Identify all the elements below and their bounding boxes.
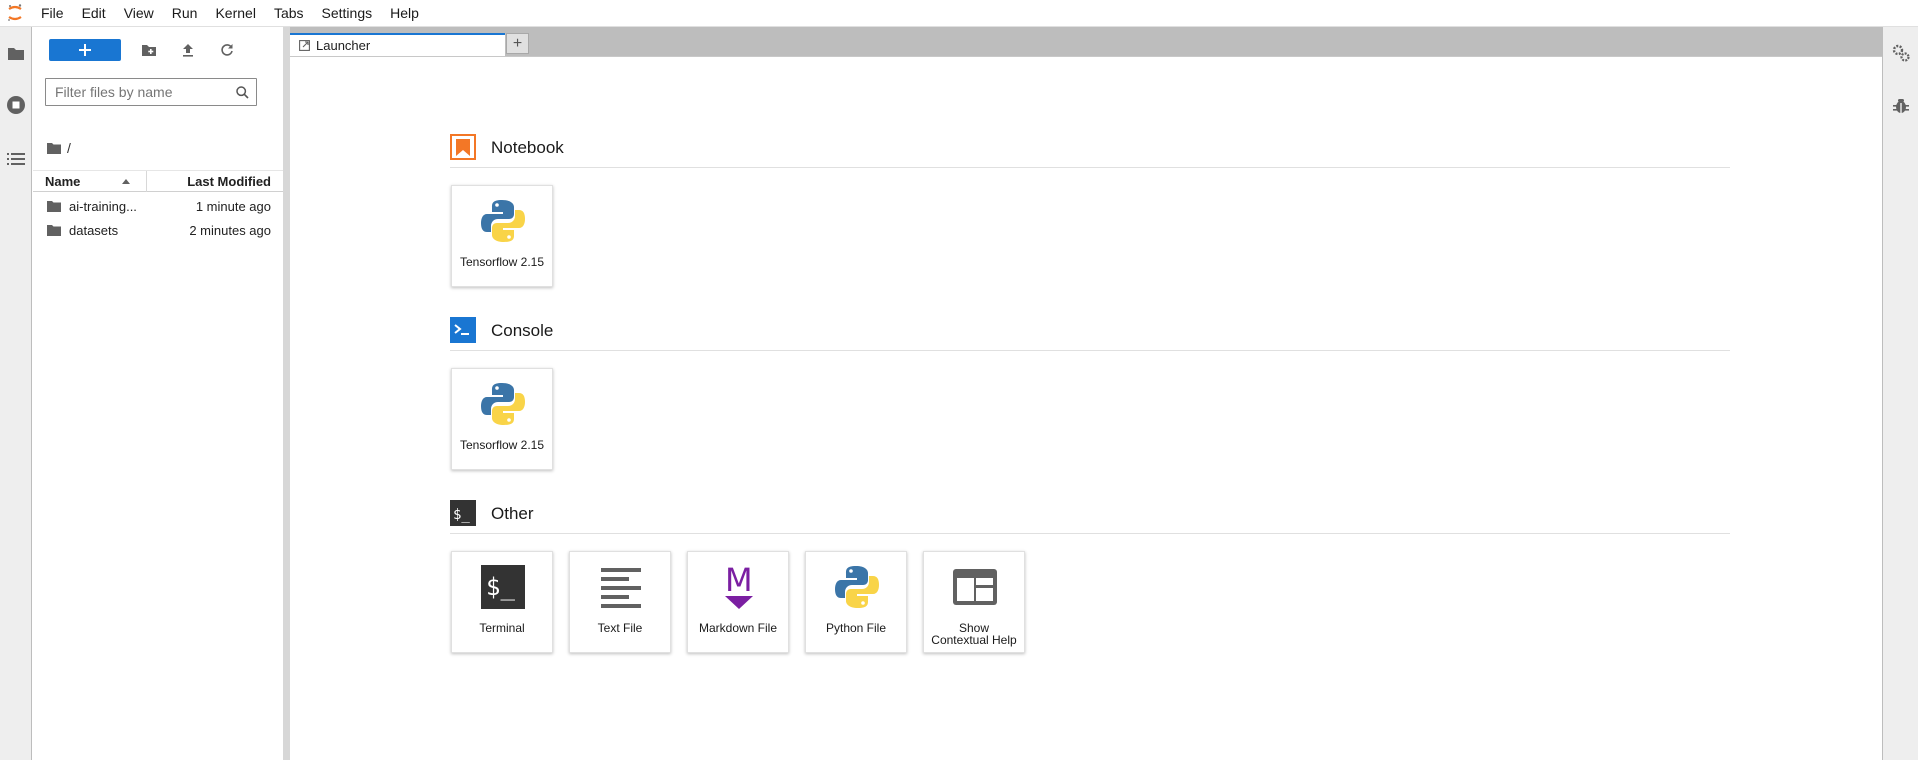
file-list-header: Name Last Modified bbox=[33, 170, 283, 192]
other-terminal-icon: $_ bbox=[450, 500, 476, 526]
tab-bar: Launcher + bbox=[290, 27, 1882, 56]
sort-ascending-icon bbox=[122, 179, 131, 184]
folder-icon bbox=[47, 224, 61, 239]
file-browser-folder-icon[interactable] bbox=[5, 42, 27, 64]
column-modified-header[interactable]: Last Modified bbox=[187, 174, 271, 189]
menu-run[interactable]: Run bbox=[163, 0, 207, 27]
add-tab-button[interactable]: + bbox=[506, 33, 529, 54]
markdown-icon: M bbox=[713, 561, 765, 613]
contextual-help-card[interactable]: Show Contextual Help bbox=[923, 551, 1025, 653]
file-name: datasets bbox=[69, 223, 119, 238]
menu-help[interactable]: Help bbox=[381, 0, 428, 27]
new-folder-icon[interactable] bbox=[139, 40, 159, 60]
terminal-icon: $_ bbox=[477, 561, 529, 613]
svg-text:M: M bbox=[725, 563, 753, 599]
column-divider[interactable] bbox=[146, 171, 147, 192]
folder-icon bbox=[47, 200, 61, 215]
card-label: Text File bbox=[597, 621, 643, 635]
text-file-card[interactable]: Text File bbox=[569, 551, 671, 653]
card-label: Python File bbox=[825, 621, 887, 635]
card-label-line2: Contextual Help bbox=[931, 633, 1017, 647]
section-title-console: Console bbox=[491, 321, 554, 340]
text-file-icon bbox=[595, 561, 647, 613]
filter-files-input[interactable] bbox=[46, 79, 236, 105]
python-icon bbox=[831, 561, 883, 613]
new-launcher-button[interactable] bbox=[49, 39, 121, 61]
file-browser-toolbar bbox=[33, 27, 283, 71]
menu-edit[interactable]: Edit bbox=[73, 0, 115, 27]
terminal-card[interactable]: $_ Terminal bbox=[451, 551, 553, 653]
file-row[interactable]: datasets 2 minutes ago bbox=[33, 218, 283, 242]
markdown-file-card[interactable]: M Markdown File bbox=[687, 551, 789, 653]
section-title-notebook: Notebook bbox=[491, 138, 564, 157]
launcher-panel: Notebook Tensorflow 2.15 Console Tensorf… bbox=[290, 56, 1882, 760]
card-label: Markdown File bbox=[698, 621, 778, 635]
search-icon bbox=[236, 85, 249, 99]
console-icon bbox=[450, 317, 476, 343]
console-tensorflow-card[interactable]: Tensorflow 2.15 bbox=[451, 368, 553, 470]
notebook-tensorflow-card[interactable]: Tensorflow 2.15 bbox=[451, 185, 553, 287]
menu-bar: File Edit View Run Kernel Tabs Settings … bbox=[0, 0, 1918, 27]
file-row[interactable]: ai-training... 1 minute ago bbox=[33, 194, 283, 218]
debugger-bug-icon[interactable] bbox=[1890, 95, 1912, 117]
filter-files-box bbox=[45, 78, 257, 106]
menu-settings[interactable]: Settings bbox=[313, 0, 382, 27]
menu-tabs[interactable]: Tabs bbox=[265, 0, 313, 27]
right-activity-bar bbox=[1882, 27, 1918, 760]
card-label: Tensorflow 2.15 bbox=[459, 255, 545, 269]
file-name: ai-training... bbox=[69, 199, 137, 214]
svg-text:$_: $_ bbox=[486, 573, 515, 601]
jupyter-logo-icon[interactable] bbox=[0, 0, 30, 27]
panel-splitter[interactable] bbox=[283, 27, 290, 760]
menu-file[interactable]: File bbox=[32, 0, 73, 27]
table-of-contents-icon[interactable] bbox=[5, 148, 27, 170]
running-sessions-icon[interactable] bbox=[5, 94, 27, 116]
console-section-header: Console bbox=[450, 317, 1730, 351]
card-label: Terminal bbox=[479, 621, 525, 635]
property-inspector-gears-icon[interactable] bbox=[1890, 42, 1912, 64]
svg-text:$_: $_ bbox=[453, 507, 470, 523]
column-name-label: Name bbox=[45, 174, 81, 189]
breadcrumb-root[interactable]: / bbox=[67, 140, 71, 156]
main-dock-area: Launcher + Notebook Tensorflow 2.15 Cons… bbox=[290, 27, 1882, 760]
left-activity-bar bbox=[0, 27, 32, 760]
breadcrumb: / bbox=[47, 140, 71, 156]
contextual-help-icon bbox=[949, 561, 1001, 613]
file-modified: 1 minute ago bbox=[195, 199, 271, 214]
python-file-card[interactable]: Python File bbox=[805, 551, 907, 653]
menu-view[interactable]: View bbox=[115, 0, 163, 27]
python-icon bbox=[477, 378, 529, 430]
tab-launcher[interactable]: Launcher bbox=[290, 33, 505, 56]
column-name-header[interactable]: Name bbox=[45, 174, 135, 189]
python-icon bbox=[477, 195, 529, 247]
other-section-header: $_ Other bbox=[450, 500, 1730, 534]
launcher-tab-icon bbox=[299, 40, 310, 51]
file-browser-panel: / Name Last Modified ai-training... 1 mi… bbox=[33, 27, 283, 760]
upload-icon[interactable] bbox=[178, 40, 198, 60]
refresh-icon[interactable] bbox=[217, 40, 237, 60]
section-title-other: Other bbox=[491, 504, 534, 523]
home-folder-icon[interactable] bbox=[47, 142, 61, 154]
card-label: Tensorflow 2.15 bbox=[459, 438, 545, 452]
file-modified: 2 minutes ago bbox=[189, 223, 271, 238]
notebook-icon bbox=[450, 134, 476, 160]
tab-label: Launcher bbox=[316, 38, 371, 53]
plus-icon bbox=[79, 44, 91, 56]
menu-kernel[interactable]: Kernel bbox=[206, 0, 264, 27]
notebook-section-header: Notebook bbox=[450, 134, 1730, 168]
